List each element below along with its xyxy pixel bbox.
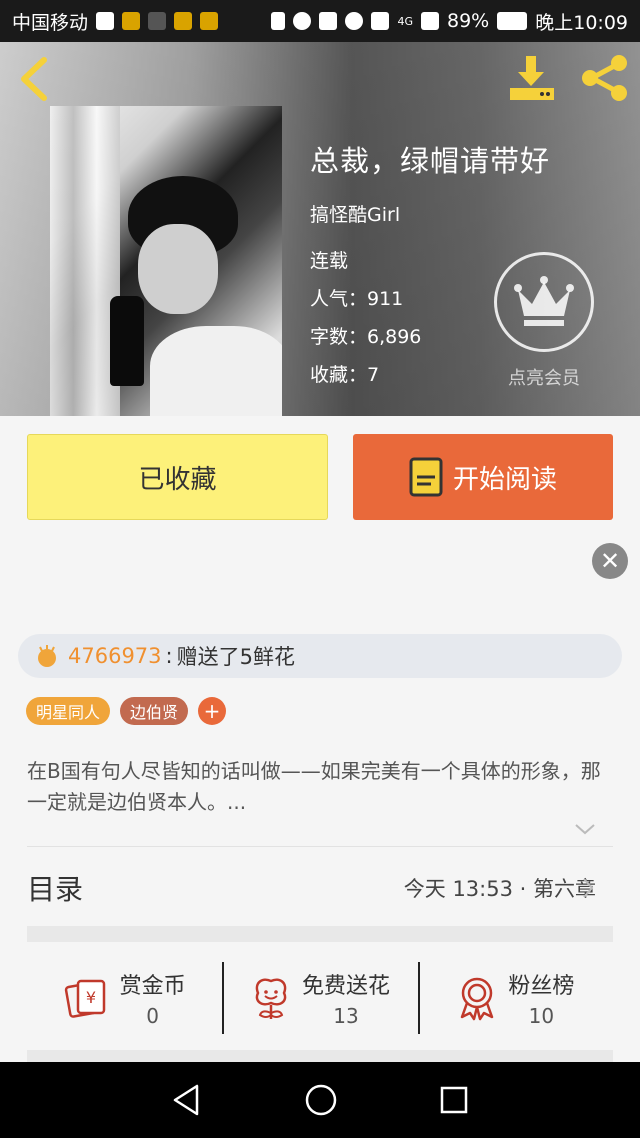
nav-recents-icon[interactable] [439, 1085, 469, 1115]
vip-badge[interactable] [494, 252, 594, 352]
stat-label: 赏金币 [119, 974, 186, 999]
section-divider [27, 1050, 613, 1062]
back-button[interactable] [14, 54, 54, 104]
hd-icon [319, 12, 338, 30]
nav-back-icon[interactable] [171, 1083, 203, 1117]
chevron-right-icon [583, 878, 594, 898]
clap-icon [38, 645, 56, 667]
medal-icon [461, 977, 494, 1021]
flower-icon [255, 978, 287, 1019]
toc-arrow[interactable] [580, 876, 596, 900]
battery-percent: 89% [447, 10, 490, 32]
system-nav-bar [0, 1062, 640, 1138]
book-header: 总裁，绿帽请带好 搞怪酷Girl 连载 人气：911 字数：6,896 收藏：7… [0, 42, 640, 416]
battery-icon [497, 12, 528, 30]
toc-latest-chapter[interactable]: 今天 13:53 · 第六章 [404, 873, 596, 903]
book-word-count: 字数：6,896 [310, 326, 422, 348]
chevron-left-icon [21, 57, 47, 101]
stat-value: 10 [528, 1004, 555, 1028]
toc-title[interactable]: 目录 [27, 868, 83, 908]
start-reading-button[interactable]: 开始阅读 [353, 434, 613, 520]
stat-fan-ranking[interactable]: 粉丝榜 10 [417, 948, 613, 1048]
stat-free-flower[interactable]: 免费送花 13 [222, 948, 417, 1048]
status-bar: 中国移动 4G 89% 晚上10:09 [0, 0, 640, 42]
app-notification-icon-2 [174, 12, 193, 30]
book-title: 总裁，绿帽请带好 [310, 144, 551, 178]
stat-value: 13 [333, 1004, 359, 1028]
share-button[interactable] [580, 54, 630, 102]
chevron-down-icon [575, 824, 595, 835]
signal-icon [421, 12, 439, 30]
divider [27, 846, 613, 847]
alarm-icon [293, 12, 312, 30]
close-ad-button[interactable]: ✕ [592, 543, 628, 579]
download-icon [510, 56, 554, 100]
tag-item[interactable]: 明星同人 [26, 697, 111, 725]
book-favorites: 收藏：7 [310, 364, 380, 386]
book-author[interactable]: 搞怪酷Girl [310, 200, 400, 227]
vip-label[interactable]: 点亮会员 [494, 364, 594, 390]
collected-button[interactable]: 已收藏 [27, 434, 328, 520]
stats-bar: ¥ 赏金币 0 免费送花 13 粉丝榜 10 [27, 948, 613, 1048]
collected-label: 已收藏 [138, 464, 217, 495]
svg-text:¥: ¥ [86, 988, 96, 1007]
start-reading-label: 开始阅读 [452, 464, 557, 495]
close-icon: ✕ [599, 547, 621, 575]
gift-separator: : [165, 644, 173, 668]
cover-bottle [110, 296, 144, 386]
gift-notice-bar: 4766973 : 赠送了5鲜花 [18, 634, 622, 678]
tag-item[interactable]: 边伯贤 [120, 697, 189, 725]
network-type: 4G [397, 14, 413, 28]
carrier-label: 中国移动 [12, 11, 89, 34]
book-description: 在B国有句人尽皆知的话叫做——如果完美有一个具体的形象，那一定就是边伯贤本人。.… [27, 759, 601, 814]
stat-label: 免费送花 [301, 974, 390, 999]
section-divider [27, 926, 613, 942]
wifi-icon [371, 12, 390, 30]
book-icon [409, 457, 443, 497]
share-icon [582, 55, 627, 101]
nav-home-icon[interactable] [304, 1083, 338, 1117]
download-button[interactable] [506, 54, 558, 102]
add-tag-button[interactable]: + [198, 697, 227, 725]
stat-label: 粉丝榜 [508, 974, 575, 999]
stat-value: 0 [146, 1004, 160, 1028]
cover-shirt [150, 326, 282, 416]
crown-icon [514, 276, 574, 326]
notification-icon [122, 12, 141, 30]
gift-user-id[interactable]: 4766973 [68, 644, 162, 668]
reward-coin-icon: ¥ [64, 979, 105, 1018]
book-status: 连载 [310, 250, 349, 272]
clock: 晚上10:09 [535, 11, 628, 34]
tag-list: 明星同人 边伯贤 + [26, 697, 227, 725]
gift-message: 赠送了5鲜花 [176, 645, 295, 669]
stat-reward-coin[interactable]: ¥ 赏金币 0 [27, 948, 222, 1048]
activity-icon [96, 12, 115, 30]
book-cover[interactable] [50, 106, 282, 416]
cover-face [138, 224, 218, 314]
book-popularity: 人气：911 [310, 288, 404, 310]
expand-description-button[interactable] [574, 818, 596, 840]
eye-icon [345, 12, 364, 30]
vibrate-icon [271, 12, 286, 30]
app-notification-icon [148, 12, 167, 30]
app-notification-icon-3 [200, 12, 219, 30]
